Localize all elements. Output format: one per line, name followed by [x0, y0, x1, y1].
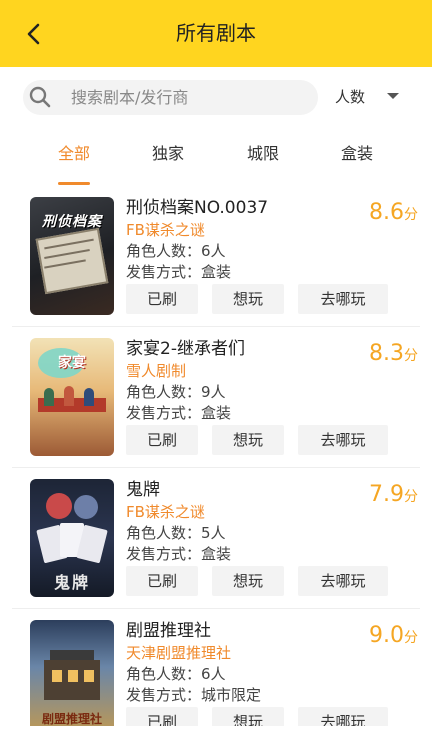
- where-to-play-button[interactable]: 去哪玩: [298, 707, 388, 726]
- cover-title: 刑侦档案: [42, 214, 102, 230]
- role-count: 角色人数：5人: [126, 524, 226, 542]
- script-title: 剧盟推理社: [126, 621, 211, 641]
- sale-method: 发售方式：城市限定: [126, 686, 262, 704]
- tab-label: 独家: [151, 144, 184, 163]
- where-to-play-button[interactable]: 去哪玩: [298, 425, 388, 455]
- role-count: 角色人数：9人: [126, 383, 226, 401]
- tab-boxed[interactable]: 盒装: [317, 140, 397, 184]
- tab-exclusive[interactable]: 独家: [128, 140, 208, 184]
- want-to-play-button[interactable]: 想玩: [212, 284, 284, 314]
- tab-all[interactable]: 全部: [34, 140, 114, 185]
- cover-title: 家宴: [58, 355, 86, 371]
- tab-label: 盒装: [340, 144, 373, 163]
- list-item[interactable]: 鬼牌 鬼牌 FB谋杀之谜 角色人数：5人 发售方式：盒装 7.9分 已刷 想玩 …: [0, 468, 432, 609]
- rating: 8.3分: [369, 341, 418, 366]
- list-item[interactable]: 刑侦档案 刑侦档案NO.0037 FB谋杀之谜 角色人数：6人 发售方式：盒装 …: [0, 186, 432, 327]
- search-bar[interactable]: [23, 80, 318, 115]
- sale-method: 发售方式：盒装: [126, 545, 232, 563]
- played-button[interactable]: 已刷: [126, 425, 198, 455]
- where-to-play-button[interactable]: 去哪玩: [298, 284, 388, 314]
- where-to-play-button[interactable]: 去哪玩: [298, 566, 388, 596]
- sale-method: 发售方式：盒装: [126, 404, 232, 422]
- filter-label: 人数: [335, 88, 366, 106]
- rating: 8.6分: [369, 200, 418, 225]
- role-count: 角色人数：6人: [126, 665, 226, 683]
- cover-title: 鬼牌: [53, 573, 90, 592]
- dropdown-arrow-icon: [387, 93, 399, 99]
- player-count-filter[interactable]: 人数: [335, 80, 415, 115]
- script-list: 刑侦档案 刑侦档案NO.0037 FB谋杀之谜 角色人数：6人 发售方式：盒装 …: [0, 186, 432, 726]
- publisher[interactable]: 雪人剧制: [126, 361, 186, 381]
- role-count: 角色人数：6人: [126, 242, 226, 260]
- script-title: 家宴2-继承者们: [126, 339, 245, 359]
- rating: 9.0分: [369, 623, 418, 648]
- publisher[interactable]: FB谋杀之谜: [126, 220, 205, 240]
- played-button[interactable]: 已刷: [126, 566, 198, 596]
- want-to-play-button[interactable]: 想玩: [212, 566, 284, 596]
- tab-label: 城限: [246, 144, 279, 163]
- search-icon: [29, 86, 51, 108]
- active-tab-indicator: [58, 182, 90, 185]
- search-input[interactable]: [71, 80, 311, 115]
- want-to-play-button[interactable]: 想玩: [212, 425, 284, 455]
- list-item[interactable]: 剧盟推理社 剧盟推理社 天津剧盟推理社 角色人数：6人 发售方式：城市限定 9.…: [0, 609, 432, 726]
- top-bar: 所有剧本: [0, 0, 432, 67]
- played-button[interactable]: 已刷: [126, 707, 198, 726]
- page-title: 所有剧本: [176, 21, 256, 45]
- rating: 7.9分: [369, 482, 418, 507]
- cover-title: 剧盟推理社: [41, 712, 102, 726]
- sale-method: 发售方式：盒装: [126, 263, 232, 281]
- script-title: 鬼牌: [126, 480, 160, 500]
- tab-label: 全部: [57, 144, 90, 163]
- script-cover: 剧盟推理社: [30, 620, 114, 726]
- tab-city-limited[interactable]: 城限: [223, 140, 303, 184]
- script-cover: 家宴: [30, 338, 114, 456]
- played-button[interactable]: 已刷: [126, 284, 198, 314]
- script-cover: 鬼牌: [30, 479, 114, 597]
- want-to-play-button[interactable]: 想玩: [212, 707, 284, 726]
- script-title: 刑侦档案NO.0037: [126, 198, 269, 218]
- list-item[interactable]: 家宴 家宴2-继承者们 雪人剧制 角色人数：9人 发售方式：盒装 8.3分 已刷…: [0, 327, 432, 468]
- publisher[interactable]: FB谋杀之谜: [126, 502, 205, 522]
- publisher[interactable]: 天津剧盟推理社: [126, 643, 231, 663]
- script-cover: 刑侦档案: [30, 197, 114, 315]
